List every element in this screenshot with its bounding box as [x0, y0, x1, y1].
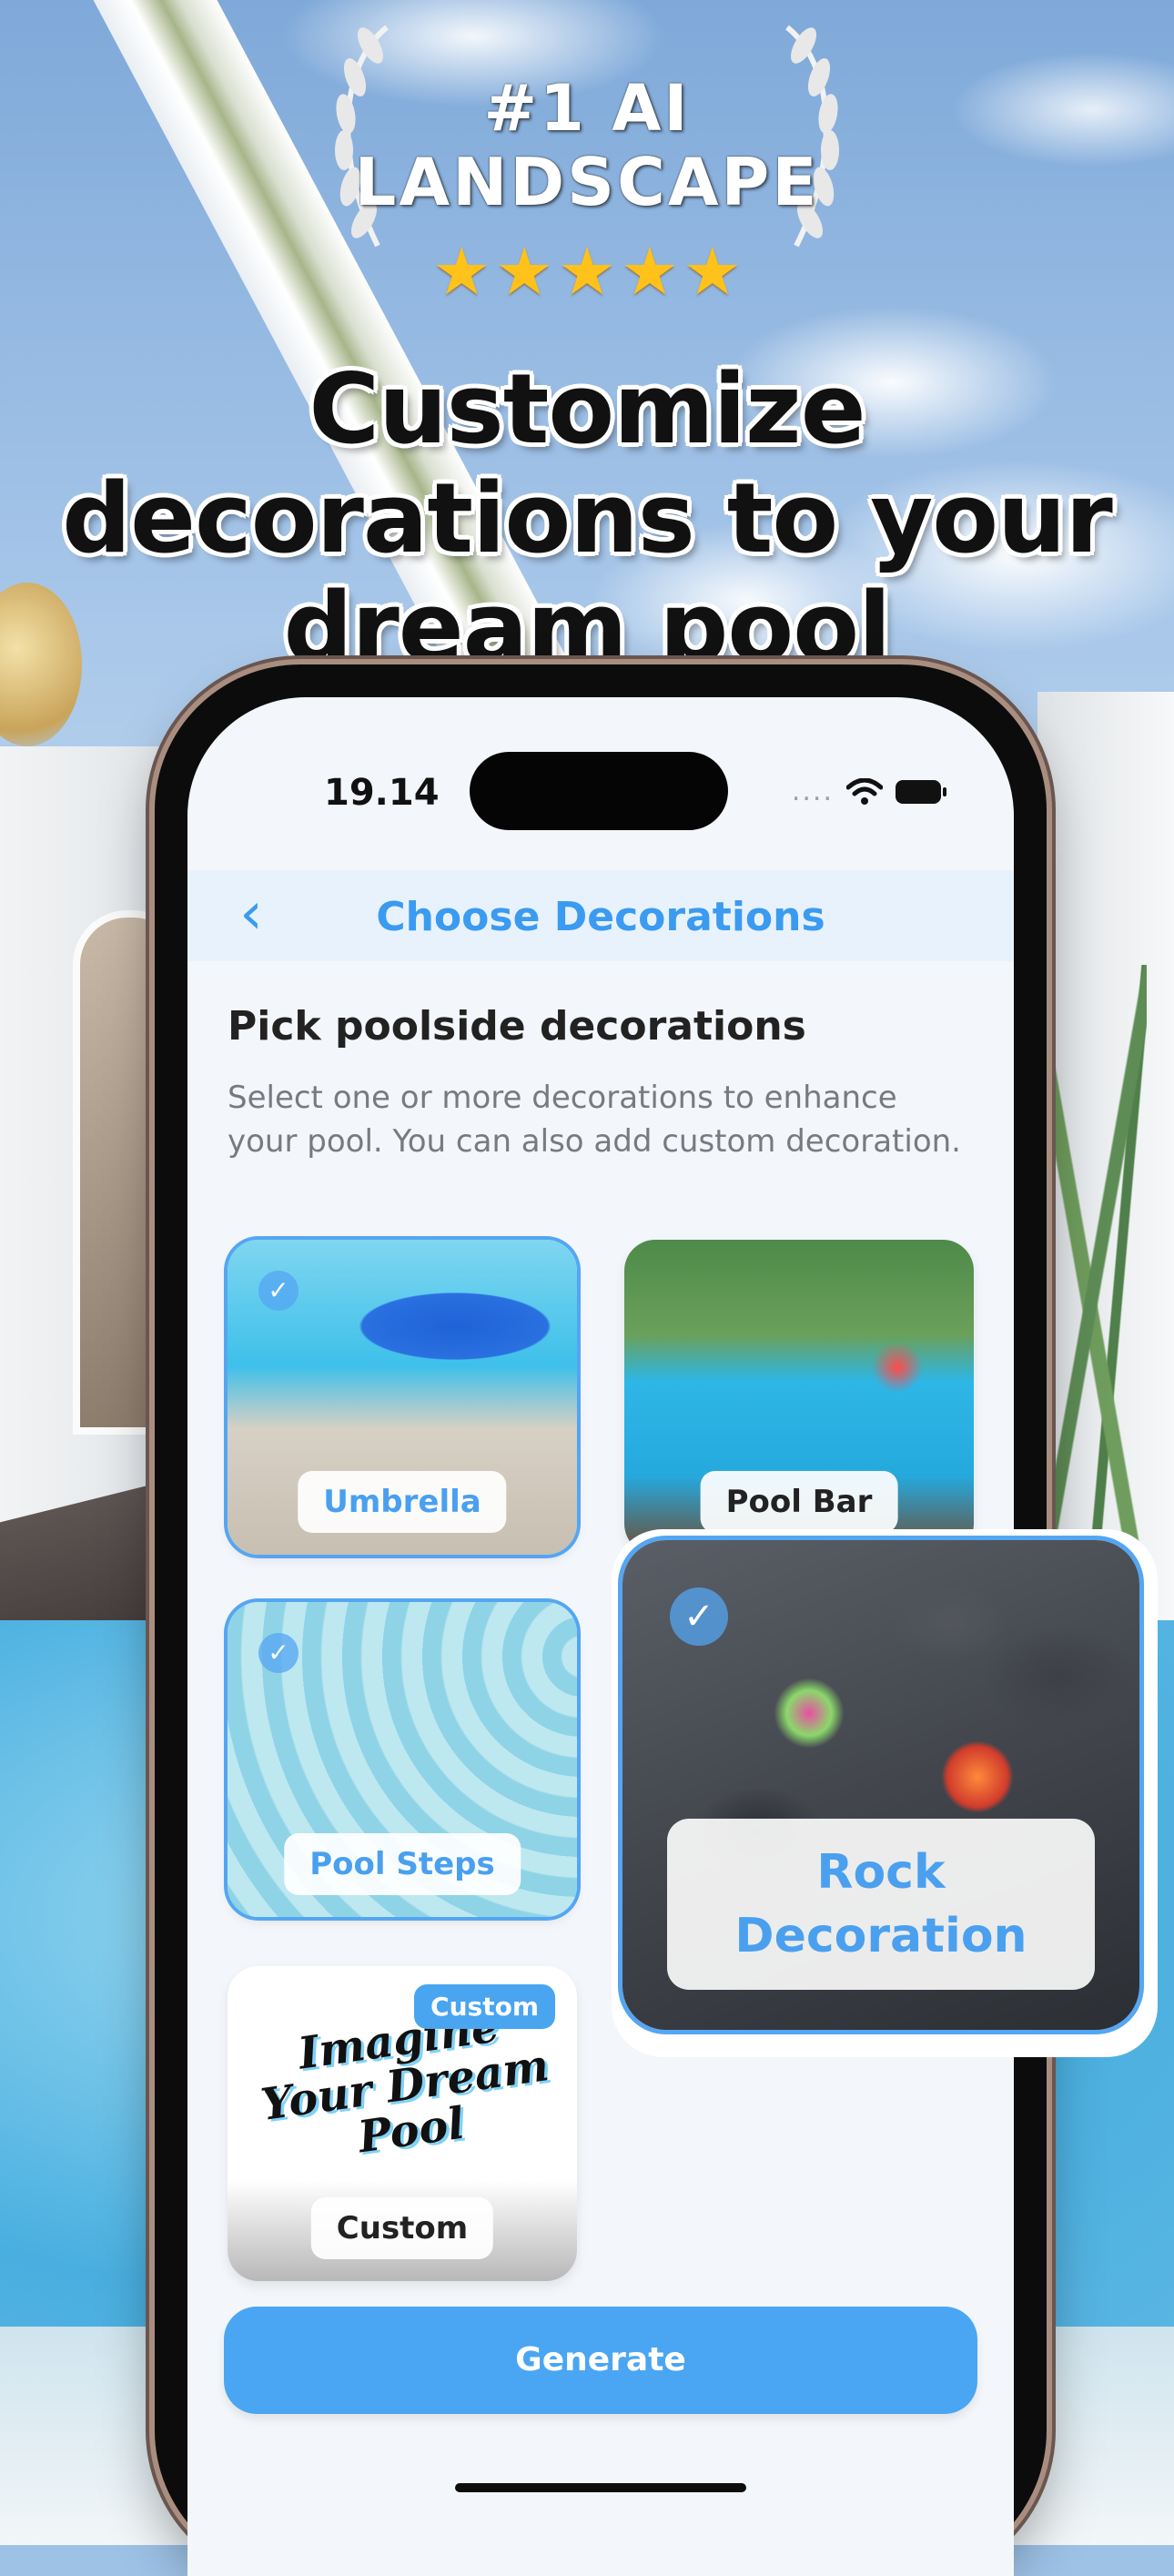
page-title: Choose Decorations	[376, 894, 825, 940]
status-icons: ....	[791, 776, 946, 807]
decoration-label: Custom	[310, 2197, 494, 2259]
decoration-label: Pool Bar	[700, 1471, 898, 1533]
check-icon: ✓	[670, 1587, 728, 1646]
decoration-card-custom[interactable]: Imagine Your Dream Pool Custom Custom	[228, 1966, 577, 2281]
star-icon: ★	[494, 233, 554, 309]
decoration-label: Umbrella	[298, 1471, 507, 1533]
rock-decoration-callout: ✓ Rock Decoration	[612, 1529, 1158, 2057]
signal-dots: ....	[791, 776, 834, 807]
generate-button[interactable]: Generate	[224, 2307, 977, 2414]
check-icon: ✓	[258, 1633, 299, 1673]
badge-category: LANDSCAPE	[354, 144, 820, 220]
decoration-card-pool-steps[interactable]: ✓ Pool Steps	[228, 1602, 577, 1917]
decoration-label: Rock Decoration	[667, 1819, 1095, 1990]
section-title: Pick poolside decorations	[228, 1003, 806, 1050]
star-icon: ★	[683, 233, 742, 309]
headline: Customize decorations to your dream pool	[62, 353, 1113, 684]
rating-stars: ★ ★ ★ ★ ★	[432, 238, 742, 304]
nav-bar: ‹ Choose Decorations	[187, 870, 1014, 961]
star-icon: ★	[432, 233, 491, 309]
battery-icon	[896, 779, 946, 804]
wifi-icon	[846, 777, 883, 805]
plant	[1056, 965, 1147, 1547]
section-description: Select one or more decorations to enhanc…	[228, 1080, 961, 1160]
home-indicator	[455, 2483, 746, 2492]
decoration-card-rock-decoration[interactable]: ✓ Rock Decoration	[622, 1540, 1139, 2030]
check-icon: ✓	[258, 1271, 299, 1311]
award-badge: #1 AI LANDSCAPE ★ ★ ★ ★ ★	[314, 0, 860, 309]
star-icon: ★	[557, 233, 617, 309]
custom-tag-badge: Custom	[414, 1984, 555, 2029]
decoration-card-pool-bar[interactable]: Pool Bar	[624, 1240, 974, 1555]
decoration-label: Pool Steps	[284, 1833, 521, 1895]
status-time: 19.14	[324, 772, 440, 814]
star-icon: ★	[620, 233, 680, 309]
dynamic-island	[470, 752, 728, 830]
decoration-card-umbrella[interactable]: ✓ Umbrella	[228, 1240, 577, 1555]
badge-rank: #1 AI	[483, 71, 691, 146]
